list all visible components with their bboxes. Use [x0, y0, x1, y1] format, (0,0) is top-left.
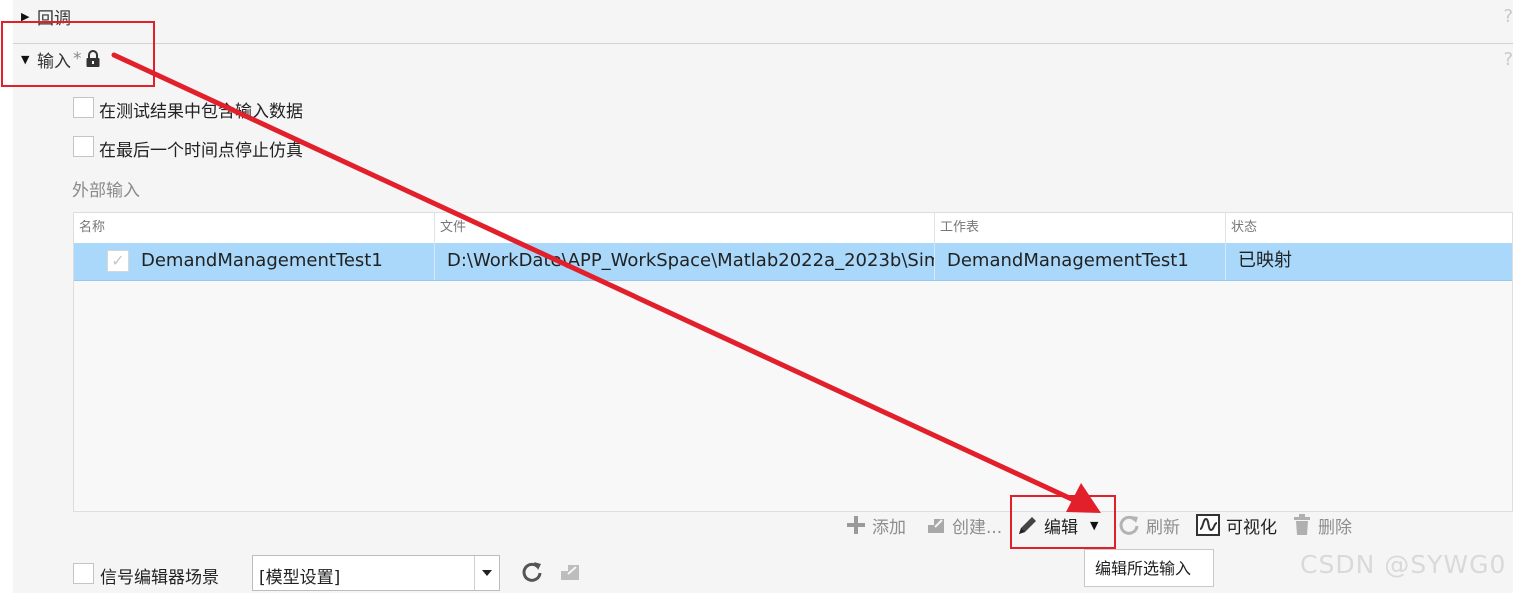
edit-tooltip: 编辑所选输入 — [1084, 549, 1214, 587]
create-button[interactable]: 创建... — [926, 511, 1002, 539]
cell-file: D:\WorkDate\APP_WorkSpace\Matlab2022a_20… — [435, 243, 935, 280]
refresh-scenario-icon[interactable] — [520, 560, 544, 588]
create-label: 创建... — [952, 517, 1003, 538]
column-header-status[interactable]: 状态 — [1226, 213, 1512, 243]
stop-at-last-time-label: 在最后一个时间点停止仿真 — [99, 141, 303, 161]
refresh-button[interactable]: 刷新 — [1118, 511, 1180, 539]
add-button[interactable]: 添加 — [846, 511, 906, 539]
create-arrow-icon — [926, 515, 946, 535]
scenario-select[interactable]: [模型设置] — [252, 555, 500, 591]
cell-status: 已映射 — [1238, 250, 1292, 271]
row-checkbox[interactable]: ✓ — [107, 250, 129, 272]
stop-at-last-time-checkbox[interactable] — [73, 136, 94, 157]
open-scenario-arrow-icon[interactable] — [558, 560, 582, 588]
help-icon[interactable]: ? — [1503, 49, 1513, 70]
select-caret-icon[interactable] — [474, 556, 499, 590]
delete-button[interactable]: 删除 — [1292, 511, 1352, 539]
external-inputs-table: 名称 文件 工作表 状态 ✓ DemandManagementTest1 D:\… — [73, 212, 1513, 512]
signal-plot-icon — [1196, 514, 1220, 536]
signal-editor-scenario-checkbox[interactable] — [73, 563, 94, 584]
refresh-icon — [1118, 514, 1140, 536]
section-header-inputs[interactable]: ▼ 输入 * ? — [13, 40, 1513, 78]
visualize-button[interactable]: 可视化 — [1196, 511, 1277, 539]
refresh-label: 刷新 — [1146, 517, 1180, 538]
delete-label: 删除 — [1318, 517, 1352, 538]
cell-sheet: DemandManagementTest1 — [935, 243, 1226, 280]
include-input-data-checkbox[interactable] — [73, 97, 94, 118]
scenario-select-value: [模型设置] — [259, 568, 341, 588]
external-inputs-title: 外部输入 — [72, 181, 140, 201]
table-header: 名称 文件 工作表 状态 — [74, 213, 1512, 244]
column-header-name[interactable]: 名称 — [74, 213, 435, 243]
column-header-sheet[interactable]: 工作表 — [935, 213, 1226, 243]
annotation-box-inputs — [1, 21, 155, 87]
cell-name: DemandManagementTest1 — [129, 243, 435, 280]
column-header-file[interactable]: 文件 — [435, 213, 935, 243]
section-header-callbacks[interactable]: ▶ 回调 ? — [13, 0, 1513, 32]
annotation-box-edit — [1010, 495, 1116, 549]
trash-icon — [1292, 514, 1312, 536]
watermark: CSDN @SYWG0 — [1300, 550, 1507, 579]
add-label: 添加 — [872, 517, 906, 538]
help-icon[interactable]: ? — [1503, 6, 1513, 27]
plus-icon — [846, 515, 866, 535]
signal-editor-scenario-label: 信号编辑器场景 — [100, 568, 219, 588]
visualize-label: 可视化 — [1226, 517, 1277, 538]
table-row[interactable]: ✓ DemandManagementTest1 D:\WorkDate\APP_… — [74, 243, 1512, 281]
include-input-data-label: 在测试结果中包含输入数据 — [99, 102, 303, 122]
